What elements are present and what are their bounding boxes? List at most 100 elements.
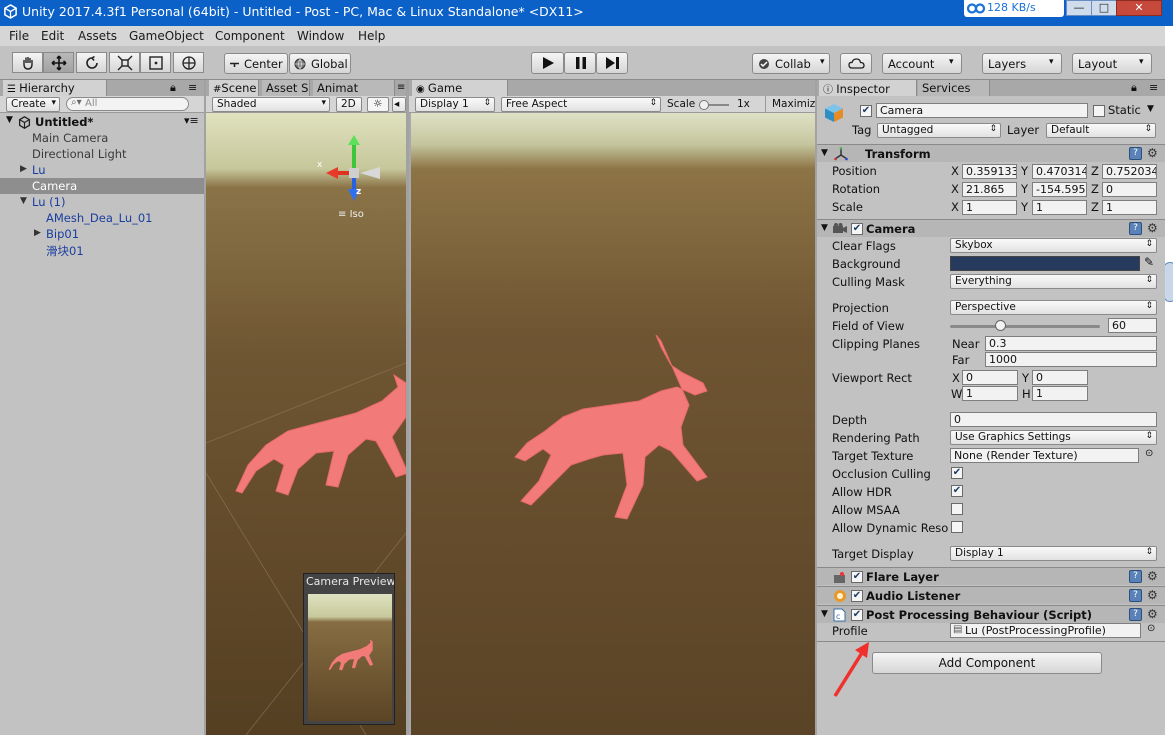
- tag-dropdown[interactable]: Untagged ⇕: [877, 123, 1001, 138]
- expand-arrow-icon[interactable]: ▼: [6, 115, 13, 125]
- audio-listener-settings-icon[interactable]: ⚙: [1147, 588, 1158, 602]
- hand-tool-button[interactable]: [12, 52, 43, 73]
- target-display-dropdown[interactable]: Display 1 ⇕: [950, 546, 1157, 561]
- step-button[interactable]: [596, 52, 628, 74]
- depth-field[interactable]: 0: [950, 412, 1157, 427]
- camera-collapse-icon[interactable]: ▼: [821, 223, 828, 233]
- expand-bip01-icon[interactable]: ▶: [34, 228, 41, 238]
- camera-component-header[interactable]: ▼ Camera ? ⚙: [817, 219, 1165, 237]
- gameobject-active-checkbox[interactable]: [860, 105, 872, 117]
- transform-tool-button[interactable]: [173, 52, 204, 73]
- game-view[interactable]: [411, 113, 815, 735]
- shading-mode-dropdown[interactable]: Shaded ▾: [212, 97, 330, 112]
- rotation-z-field[interactable]: 0: [1102, 182, 1157, 197]
- pivot-mode-button[interactable]: Center: [224, 53, 288, 74]
- rect-tool-button[interactable]: [140, 52, 171, 73]
- transform-collapse-icon[interactable]: ▼: [821, 148, 828, 158]
- transform-settings-icon[interactable]: ⚙: [1147, 146, 1158, 160]
- transform-component-header[interactable]: ▼ Transform ? ⚙: [817, 144, 1165, 162]
- scale-slider-thumb[interactable]: [699, 100, 709, 110]
- transform-help-icon[interactable]: ?: [1129, 147, 1142, 160]
- aspect-dropdown[interactable]: Free Aspect ⇕: [501, 97, 661, 112]
- minimize-button[interactable]: —: [1066, 0, 1092, 16]
- scene-panel-menu-icon[interactable]: ≡: [397, 82, 405, 93]
- scene-gizmo[interactable]: [316, 133, 396, 213]
- projection-iso-label[interactable]: ≡ Iso: [338, 209, 364, 220]
- post-processing-component-header[interactable]: ▼ c Post Processing Behaviour (Script) ?…: [817, 605, 1165, 623]
- space-mode-button[interactable]: Global: [289, 53, 351, 74]
- fov-slider-track[interactable]: [950, 325, 1100, 328]
- scene-root-row[interactable]: ▼ Untitled* ▾≡: [0, 114, 204, 130]
- fov-slider-thumb[interactable]: [994, 320, 1006, 331]
- menu-edit[interactable]: Edit: [41, 29, 64, 43]
- camera-enabled-checkbox[interactable]: [851, 223, 863, 235]
- tab-hierarchy[interactable]: ☰ Hierarchy: [3, 80, 107, 96]
- close-button[interactable]: ✕: [1116, 0, 1162, 16]
- flare-layer-enabled-checkbox[interactable]: [851, 571, 863, 583]
- play-button[interactable]: [531, 52, 564, 74]
- cloud-button[interactable]: [840, 53, 872, 74]
- audio-listener-help-icon[interactable]: ?: [1129, 589, 1142, 602]
- position-x-field[interactable]: 0.359133: [962, 164, 1017, 179]
- inspector-lock-icon[interactable]: 🔒︎: [1131, 81, 1137, 95]
- rendering-path-dropdown[interactable]: Use Graphics Settings ⇕: [950, 430, 1157, 445]
- collab-dropdown[interactable]: Collab ▾: [752, 53, 830, 74]
- flare-layer-component-header[interactable]: Flare Layer ? ⚙: [817, 567, 1165, 585]
- target-texture-picker-icon[interactable]: ⊙: [1145, 448, 1153, 459]
- account-dropdown[interactable]: Account ▾: [882, 53, 962, 74]
- clear-flags-dropdown[interactable]: Skybox ⇕: [950, 238, 1157, 253]
- rotation-x-field[interactable]: 21.865: [962, 182, 1017, 197]
- inspector-menu-icon[interactable]: ≡: [1149, 81, 1158, 94]
- near-field[interactable]: 0.3: [985, 336, 1157, 351]
- hierarchy-item-lu-1[interactable]: Lu (1): [32, 195, 65, 209]
- menu-file[interactable]: File: [9, 29, 29, 43]
- viewport-x-field[interactable]: 0: [962, 370, 1018, 385]
- add-component-button[interactable]: Add Component: [872, 652, 1102, 674]
- create-dropdown[interactable]: Create ▾: [6, 97, 60, 112]
- viewport-w-field[interactable]: 1: [962, 386, 1018, 401]
- static-checkbox[interactable]: [1093, 105, 1105, 117]
- tab-services[interactable]: Services: [918, 80, 990, 96]
- hierarchy-search-input[interactable]: ⌕▾ All: [66, 97, 189, 111]
- tab-inspector[interactable]: ⓘ Inspector: [819, 80, 917, 96]
- menu-component[interactable]: Component: [215, 29, 285, 43]
- projection-dropdown[interactable]: Perspective ⇕: [950, 300, 1157, 315]
- occlusion-culling-checkbox[interactable]: [951, 467, 963, 479]
- hierarchy-item-lu[interactable]: Lu: [32, 163, 46, 177]
- expand-lu1-icon[interactable]: ▼: [20, 196, 27, 206]
- camera-settings-icon[interactable]: ⚙: [1147, 221, 1158, 235]
- culling-mask-dropdown[interactable]: Everything ⇕: [950, 274, 1157, 289]
- hierarchy-item-main-camera[interactable]: Main Camera: [32, 131, 108, 145]
- profile-picker-icon[interactable]: ⊙: [1147, 623, 1155, 634]
- scale-tool-button[interactable]: [109, 52, 140, 73]
- 2d-toggle[interactable]: 2D: [336, 97, 362, 112]
- flare-layer-settings-icon[interactable]: ⚙: [1147, 569, 1158, 583]
- post-processing-help-icon[interactable]: ?: [1129, 608, 1142, 621]
- layer-dropdown[interactable]: Default ⇕: [1046, 123, 1156, 138]
- menu-help[interactable]: Help: [358, 29, 385, 43]
- audio-toggle[interactable]: ◂: [392, 97, 406, 112]
- hierarchy-item-bip01[interactable]: Bip01: [46, 227, 79, 241]
- scene-menu-icon[interactable]: ▾≡: [184, 114, 199, 127]
- pause-button[interactable]: [564, 52, 596, 74]
- scale-z-field[interactable]: 1: [1102, 200, 1157, 215]
- scale-y-field[interactable]: 1: [1032, 200, 1087, 215]
- lighting-toggle[interactable]: ☼: [367, 97, 389, 112]
- hierarchy-item-directional-light[interactable]: Directional Light: [32, 147, 127, 161]
- panel-menu-icon[interactable]: ≡: [188, 81, 197, 94]
- eyedropper-icon[interactable]: ✎: [1144, 255, 1154, 269]
- camera-help-icon[interactable]: ?: [1129, 222, 1142, 235]
- fov-field[interactable]: 60: [1108, 318, 1157, 333]
- hierarchy-item-slider01[interactable]: 滑块01: [46, 243, 84, 259]
- rotate-tool-button[interactable]: [76, 52, 107, 73]
- hierarchy-item-amesh[interactable]: AMesh_Dea_Lu_01: [46, 211, 153, 225]
- tab-game[interactable]: ◉ Game: [412, 80, 508, 96]
- viewport-y-field[interactable]: 0: [1032, 370, 1088, 385]
- layout-dropdown[interactable]: Layout ▾: [1072, 53, 1152, 74]
- viewport-h-field[interactable]: 1: [1032, 386, 1088, 401]
- gameobject-name-field[interactable]: Camera: [876, 103, 1088, 118]
- static-arrow-icon[interactable]: ▼: [1147, 104, 1154, 114]
- position-z-field[interactable]: 0.752034: [1102, 164, 1157, 179]
- menu-window[interactable]: Window: [297, 29, 344, 43]
- background-color-swatch[interactable]: [950, 256, 1140, 271]
